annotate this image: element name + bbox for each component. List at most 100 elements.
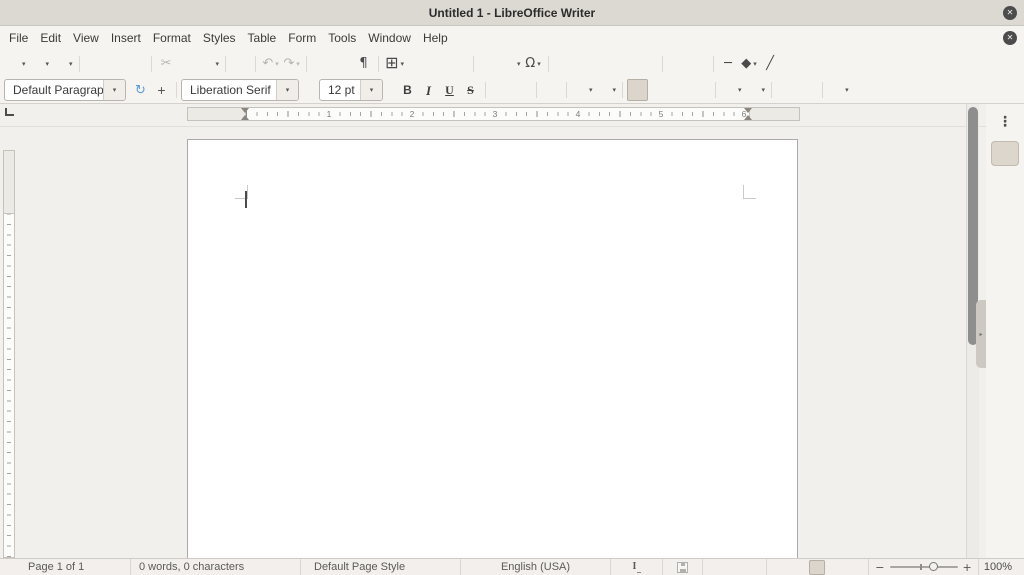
- multi-page-view[interactable]: [828, 560, 844, 575]
- sidebar-page[interactable]: [991, 173, 1019, 198]
- ordered-list-dropdown[interactable]: ▾: [762, 86, 766, 94]
- save-status[interactable]: [662, 559, 702, 575]
- font-name-dropdown[interactable]: ▾: [276, 80, 298, 100]
- insert-bookmark[interactable]: [616, 53, 637, 75]
- indent-marker-right[interactable]: [744, 108, 753, 120]
- align-center[interactable]: [648, 79, 669, 101]
- redo[interactable]: ↷▾: [281, 53, 302, 75]
- menu-tools[interactable]: Tools: [322, 27, 362, 49]
- font-size-select[interactable]: 12 pt ▾: [319, 79, 383, 101]
- close-document-button[interactable]: ✕: [1003, 31, 1017, 45]
- redo-dropdown[interactable]: ▾: [296, 60, 300, 68]
- superscript[interactable]: [490, 79, 511, 101]
- horizontal-ruler[interactable]: 123456: [187, 107, 800, 121]
- paste-dropdown[interactable]: ▾: [216, 60, 220, 68]
- zoom-level[interactable]: 100%: [978, 559, 1024, 575]
- basic-shapes[interactable]: ◆▾: [739, 53, 760, 75]
- language-status[interactable]: English (USA): [460, 559, 610, 575]
- formatting-marks[interactable]: ¶: [353, 53, 374, 75]
- highlighting-color[interactable]: ▾: [595, 79, 619, 101]
- paragraph-style-select[interactable]: Default Paragraph ▾: [4, 79, 126, 101]
- new-style-from-selection[interactable]: +: [151, 79, 172, 101]
- zoom-slider-thumb[interactable]: [929, 562, 938, 571]
- insert-table[interactable]: ⊞▾: [383, 53, 406, 75]
- print-preview[interactable]: [126, 53, 147, 75]
- decrease-paragraph-spacing[interactable]: [872, 79, 893, 101]
- font-size-dropdown[interactable]: ▾: [360, 80, 382, 100]
- line-spacing[interactable]: ▾: [827, 79, 851, 101]
- find-and-replace[interactable]: [311, 53, 332, 75]
- unordered-list[interactable]: ▾: [720, 79, 744, 101]
- italic[interactable]: I: [418, 79, 439, 101]
- basic-shapes-dropdown[interactable]: ▾: [753, 60, 757, 68]
- menu-form[interactable]: Form: [282, 27, 322, 49]
- print[interactable]: [105, 53, 126, 75]
- sidebar-properties[interactable]: [991, 141, 1019, 166]
- zoom-out-button[interactable]: −: [875, 562, 884, 573]
- close-window-button[interactable]: ✕: [1003, 6, 1017, 20]
- highlighting-color-dropdown[interactable]: ▾: [613, 86, 617, 94]
- unordered-list-dropdown[interactable]: ▾: [738, 86, 742, 94]
- new-document[interactable]: ▾: [4, 53, 28, 75]
- zoom-in-button[interactable]: +: [963, 562, 972, 573]
- sidebar-navigator[interactable]: [991, 269, 1019, 294]
- font-color[interactable]: ▾: [571, 79, 595, 101]
- zoom-slider-track[interactable]: [890, 566, 958, 568]
- increase-indent[interactable]: [776, 79, 797, 101]
- bold[interactable]: B: [397, 79, 418, 101]
- clone-formatting[interactable]: [230, 53, 251, 75]
- font-name-select[interactable]: Liberation Serif ▾: [181, 79, 299, 101]
- menu-window[interactable]: Window: [362, 27, 417, 49]
- save-dropdown[interactable]: ▾: [69, 60, 73, 68]
- menu-styles[interactable]: Styles: [197, 27, 242, 49]
- subscript[interactable]: [511, 79, 532, 101]
- insert-horizontal-line[interactable]: ─: [718, 53, 739, 75]
- export-pdf[interactable]: [84, 53, 105, 75]
- insert-field[interactable]: ▾: [499, 53, 523, 75]
- menu-edit[interactable]: Edit: [34, 27, 67, 49]
- underline[interactable]: U: [439, 79, 460, 101]
- track-changes[interactable]: [688, 53, 709, 75]
- font-color-dropdown[interactable]: ▾: [589, 86, 593, 94]
- insert-image[interactable]: [406, 53, 427, 75]
- paragraph-style-dropdown[interactable]: ▾: [103, 80, 125, 100]
- save[interactable]: ▾: [51, 53, 75, 75]
- update-paragraph-style[interactable]: ↻: [130, 79, 151, 101]
- insert-hyperlink[interactable]: [553, 53, 574, 75]
- line-spacing-dropdown[interactable]: ▾: [845, 86, 849, 94]
- insert-special-character[interactable]: Ω▾: [523, 53, 544, 75]
- document-page[interactable]: [187, 139, 798, 575]
- draw-line[interactable]: ╱: [760, 53, 781, 75]
- insert-page-break[interactable]: [478, 53, 499, 75]
- align-right[interactable]: [669, 79, 690, 101]
- page-number-status[interactable]: Page 1 of 1: [0, 559, 130, 575]
- insert-footnote[interactable]: [574, 53, 595, 75]
- open-file-dropdown[interactable]: ▾: [46, 60, 50, 68]
- menu-format[interactable]: Format: [147, 27, 197, 49]
- single-page-view[interactable]: [809, 560, 825, 575]
- sidebar-styles[interactable]: [991, 205, 1019, 230]
- menu-view[interactable]: View: [67, 27, 105, 49]
- sidebar-gallery[interactable]: [991, 237, 1019, 262]
- increase-paragraph-spacing[interactable]: [851, 79, 872, 101]
- sidebar-settings[interactable]: ⋮: [991, 109, 1019, 134]
- insert-endnote[interactable]: [595, 53, 616, 75]
- menu-file[interactable]: File: [3, 27, 34, 49]
- strikethrough[interactable]: S: [460, 79, 481, 101]
- justified[interactable]: [690, 79, 711, 101]
- selection-mode-status[interactable]: [702, 559, 766, 575]
- menu-table[interactable]: Table: [242, 27, 283, 49]
- decrease-indent[interactable]: [797, 79, 818, 101]
- clear-formatting[interactable]: [541, 79, 562, 101]
- insert-special-character-dropdown[interactable]: ▾: [537, 60, 541, 68]
- insert-table-dropdown[interactable]: ▾: [400, 60, 404, 68]
- new-document-dropdown[interactable]: ▾: [22, 60, 26, 68]
- sidebar-hide-handle[interactable]: ▸: [976, 300, 986, 368]
- insert-chart[interactable]: [427, 53, 448, 75]
- undo[interactable]: ↶▾: [260, 53, 281, 75]
- vertical-ruler[interactable]: [3, 150, 15, 558]
- open-file[interactable]: ▾: [28, 53, 52, 75]
- word-count-status[interactable]: 0 words, 0 characters: [130, 559, 300, 575]
- align-left[interactable]: [627, 79, 648, 101]
- menu-help[interactable]: Help: [417, 27, 454, 49]
